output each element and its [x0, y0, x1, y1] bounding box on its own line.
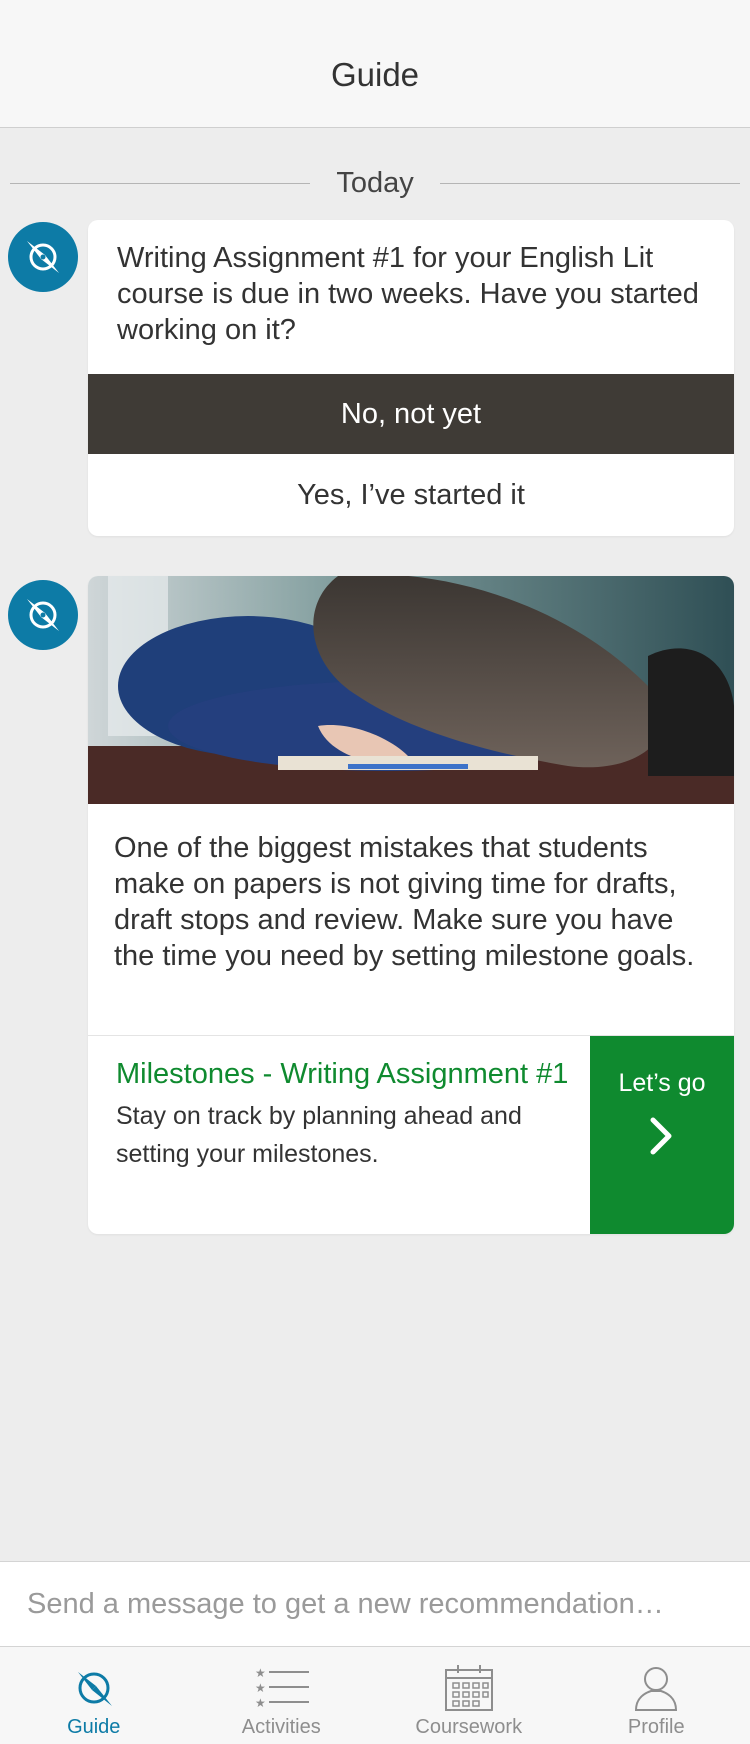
compass-icon	[77, 1672, 112, 1706]
page-title: Guide	[330, 55, 420, 93]
tab-label: Profile	[627, 1716, 685, 1738]
calendar-icon	[444, 1665, 493, 1711]
nav-bar: Guide	[0, 0, 750, 128]
tab-label: Guide	[67, 1716, 121, 1738]
message-card-question: Writing Assignment #1 for your English L…	[88, 220, 734, 536]
svg-text:★: ★	[255, 1666, 266, 1680]
guide-avatar	[8, 580, 78, 650]
message-text: One of the biggest mistakes that student…	[88, 804, 734, 1036]
message-composer	[0, 1561, 750, 1647]
tab-coursework[interactable]: Coursework	[375, 1647, 563, 1744]
tab-guide[interactable]: Guide	[0, 1647, 188, 1744]
reply-option-no[interactable]: No, not yet	[88, 374, 734, 454]
message-card-tip: One of the biggest mistakes that student…	[88, 576, 734, 1234]
tab-activities[interactable]: ★ ★ ★ Activities	[188, 1647, 376, 1744]
milestone-action[interactable]: Milestones - Writing Assignment #1 Stay …	[88, 1036, 734, 1234]
divider-line-right	[439, 182, 741, 184]
tab-label: Activities	[241, 1716, 321, 1738]
student-photo	[88, 576, 734, 804]
person-icon	[635, 1667, 678, 1711]
reply-option-yes[interactable]: Yes, I’ve started it	[88, 454, 734, 536]
lets-go-label: Let’s go	[618, 1069, 706, 1097]
date-divider-label: Today	[336, 166, 414, 199]
tab-profile[interactable]: Profile	[563, 1647, 750, 1744]
tab-label: Coursework	[415, 1716, 523, 1738]
list-icon: ★ ★ ★	[255, 1666, 310, 1710]
milestone-title[interactable]: Milestones - Writing Assignment #1	[116, 1056, 570, 1093]
chevron-right-icon	[650, 1117, 672, 1155]
divider-line-left	[10, 182, 311, 184]
lets-go-button[interactable]: Let’s go	[590, 1036, 734, 1234]
milestone-description: Stay on track by planning ahead and sett…	[116, 1102, 522, 1168]
message-input[interactable]	[27, 1587, 727, 1621]
tab-bar: Guide ★ ★ ★ Activities Coursework Profil…	[0, 1647, 750, 1744]
milestone-info[interactable]: Milestones - Writing Assignment #1 Stay …	[88, 1036, 590, 1234]
message-text: Writing Assignment #1 for your English L…	[117, 242, 699, 346]
svg-text:★: ★	[255, 1681, 266, 1695]
date-divider: Today	[10, 166, 741, 199]
svg-text:★: ★	[255, 1696, 266, 1710]
compass-icon	[27, 599, 59, 631]
compass-icon	[27, 241, 59, 273]
guide-avatar	[8, 222, 78, 292]
